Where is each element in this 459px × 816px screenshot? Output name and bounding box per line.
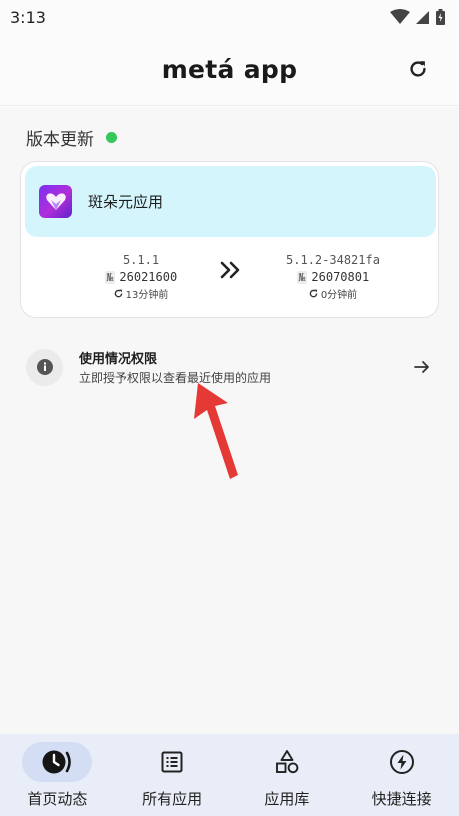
number-sign: №: [104, 270, 116, 284]
online-status-dot: [106, 132, 117, 143]
app-title: metá app: [161, 55, 298, 84]
wifi-icon: [390, 9, 410, 24]
double-chevron-right-icon: [220, 261, 240, 279]
current-version-number: 5.1.1: [122, 253, 160, 267]
current-age-text: 13分钟前: [125, 289, 169, 301]
nav-icon-wrap: [22, 742, 93, 782]
latest-version: 5.1.2-34821fa № 26070801 0分钟前: [263, 253, 403, 301]
refresh-small-icon: [114, 288, 122, 297]
clock-icon: [42, 750, 72, 774]
latest-version-number: 5.1.2-34821fa: [286, 253, 380, 267]
app-header: metá app: [0, 34, 459, 106]
current-build: № 26021600: [104, 269, 178, 285]
info-glyph-icon: [36, 359, 53, 375]
nav-icon-wrap: [252, 742, 322, 782]
nav-item-all-apps[interactable]: 所有应用: [115, 734, 230, 816]
nav-item-home-feed[interactable]: 首页动态: [0, 734, 115, 816]
current-version: 5.1.1 № 26021600 13分钟前: [71, 253, 211, 301]
annotation-arrow-icon: [194, 383, 238, 479]
nav-icon-wrap: [137, 742, 207, 782]
nav-item-quick-connect[interactable]: 快捷连接: [344, 734, 459, 816]
nav-label-all-apps: 所有应用: [142, 790, 203, 808]
battery-icon: [436, 9, 445, 25]
nav-label-app-library: 应用库: [264, 790, 310, 808]
heart-logo-icon: [45, 192, 66, 210]
signal-icon: [416, 11, 429, 24]
current-age: 13分钟前: [114, 285, 169, 301]
section-header: 版本更新: [26, 125, 117, 150]
status-time: 3:13: [10, 7, 46, 27]
app-icon: [39, 185, 72, 218]
number-sign: №: [296, 270, 308, 284]
nav-label-home-feed: 首页动态: [27, 790, 88, 808]
latest-age-text: 0分钟前: [320, 289, 358, 301]
info-icon: [26, 348, 63, 386]
shapes-icon: [275, 750, 299, 774]
nav-item-app-library[interactable]: 应用库: [230, 734, 345, 816]
list-icon: [161, 751, 183, 773]
app-name: 斑朵元应用: [88, 193, 164, 211]
main-content: 版本更新 斑朵元应用 5.1.1 № 26021600 13分钟前 5.1.2-…: [0, 107, 459, 734]
status-bar: 3:13: [0, 0, 459, 34]
update-card[interactable]: 斑朵元应用 5.1.1 № 26021600 13分钟前 5.1.2-34821…: [20, 161, 439, 318]
latest-build: № 26070801: [296, 269, 370, 285]
bottom-nav: 首页动态 所有应用 应用库 快捷连接: [0, 734, 459, 816]
nav-icon-wrap: [367, 742, 437, 782]
permission-title: 使用情况权限: [79, 352, 158, 367]
latest-age: 0分钟前: [309, 285, 357, 301]
latest-build-number: 26070801: [311, 270, 370, 284]
current-build-number: 26021600: [119, 270, 178, 284]
refresh-button[interactable]: [403, 54, 433, 84]
section-title: 版本更新: [26, 130, 94, 150]
app-row[interactable]: 斑朵元应用: [25, 166, 436, 237]
bolt-icon: [389, 750, 414, 774]
arrow-right-icon[interactable]: [412, 357, 432, 377]
refresh-small-icon: [309, 288, 318, 297]
nav-label-quick-connect: 快捷连接: [371, 790, 432, 808]
status-icons: [390, 9, 445, 25]
refresh-icon: [410, 61, 426, 77]
